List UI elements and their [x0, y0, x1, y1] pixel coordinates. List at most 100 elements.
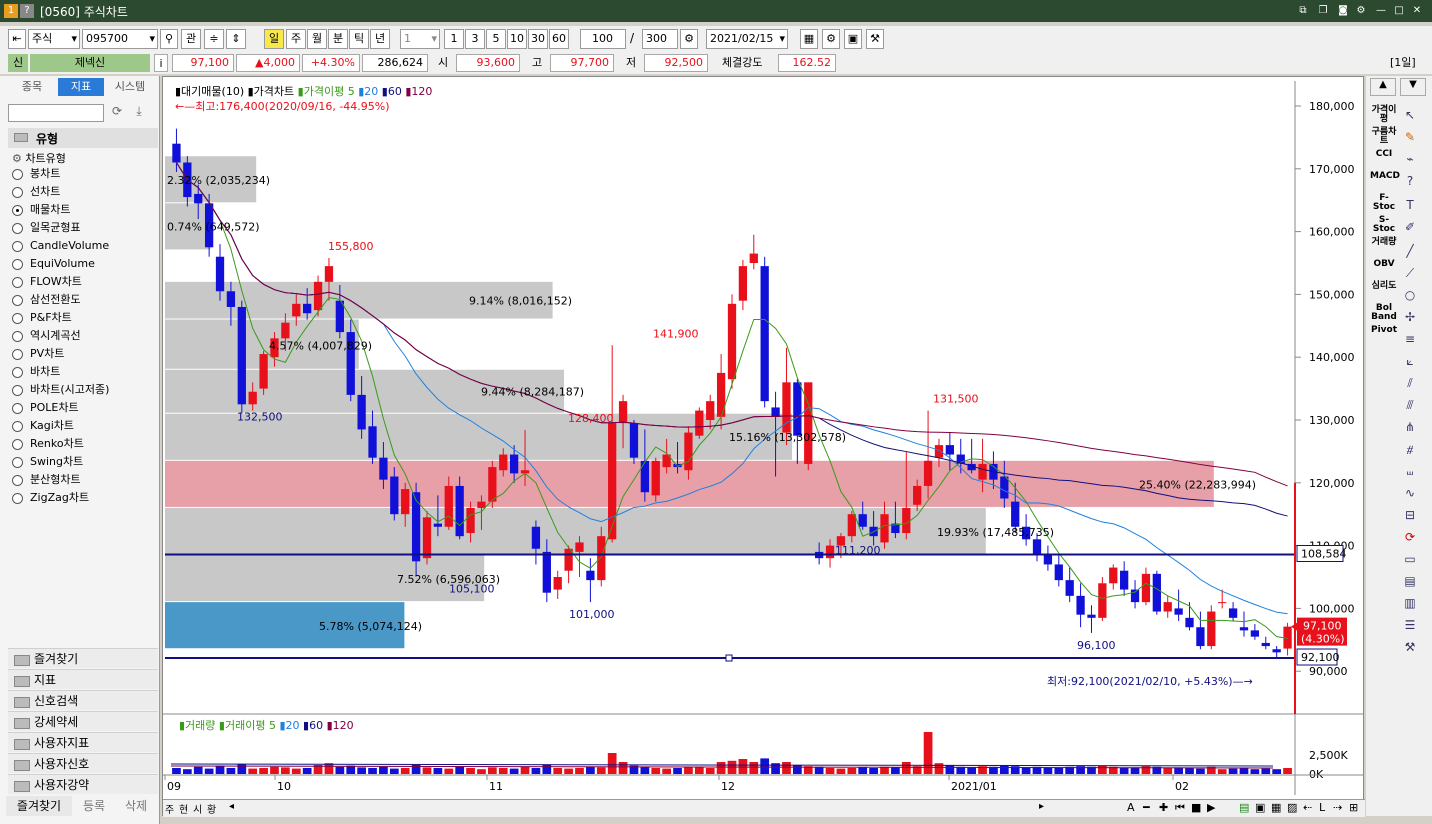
shortcut-10[interactable]: Pivot — [1370, 326, 1398, 335]
chart-type-11[interactable]: 바차트 — [12, 364, 60, 380]
first-icon[interactable]: ⇤ — [8, 29, 26, 49]
chart-type-14[interactable]: Kagi차트 — [12, 418, 74, 434]
radio-icon[interactable] — [12, 493, 23, 504]
indicator-search-input[interactable] — [8, 104, 104, 122]
config-icon[interactable]: ⚙ — [822, 29, 840, 49]
chart-type-5[interactable]: EquiVolume — [12, 256, 95, 272]
wave-icon[interactable]: ∿ — [1400, 486, 1420, 504]
chart-type-13[interactable]: POLE차트 — [12, 400, 79, 416]
quick-5[interactable]: 5 — [486, 29, 506, 49]
camera-icon[interactable]: ◙ — [1336, 4, 1350, 18]
scroll-up-icon[interactable]: ▲ — [1370, 78, 1396, 96]
gann-icon[interactable]: ⟀ — [1400, 354, 1420, 372]
chart-type-3[interactable]: 일목균형표 — [12, 220, 81, 236]
chart-type-node[interactable]: ⚙ 차트유형 — [12, 150, 66, 166]
line-icon[interactable]: ⟋ — [1400, 266, 1420, 284]
total-input[interactable]: 300 — [642, 29, 678, 49]
quick-60[interactable]: 60 — [549, 29, 569, 49]
circle-icon[interactable]: ○ — [1400, 288, 1420, 306]
wrench-icon[interactable]: ⚒ — [1400, 640, 1420, 658]
chart-type-7[interactable]: 삼선전환도 — [12, 292, 81, 308]
radio-icon[interactable] — [12, 295, 23, 306]
excel-icon[interactable]: ▤ — [1239, 801, 1249, 814]
quick-10[interactable]: 10 — [507, 29, 527, 49]
chart-type-9[interactable]: 역시계곡선 — [12, 328, 81, 344]
settings-icon[interactable]: ⚙ — [680, 29, 698, 49]
pitchfork-icon[interactable]: ⋔ — [1400, 420, 1420, 438]
chart-type-10[interactable]: PV차트 — [12, 346, 64, 362]
refresh-icon[interactable]: ⟳ — [108, 104, 126, 122]
shortcut-6[interactable]: 거래량 — [1370, 238, 1398, 247]
grid-icon[interactable]: ▦ — [1271, 801, 1281, 814]
fan-icon[interactable]: ⫽ — [1400, 376, 1420, 394]
info-icon[interactable]: i — [154, 54, 168, 72]
brush-icon[interactable]: ✐ — [1400, 220, 1420, 238]
radio-icon[interactable] — [12, 169, 23, 180]
price-chart[interactable]: 180,000 170,000 160,000 150,000 140,000 130,0… — [163, 77, 1365, 817]
shortcut-9[interactable]: Bol Band — [1370, 304, 1398, 322]
chart-icon[interactable]: ▦ — [800, 29, 818, 49]
delete-button[interactable]: 삭제 — [116, 796, 156, 816]
question-icon[interactable]: ? — [1400, 174, 1420, 192]
period-month[interactable]: 월 — [307, 29, 327, 49]
unit-select[interactable]: 1 ▾ — [400, 29, 440, 49]
chart-type-6[interactable]: FLOW차트 — [12, 274, 82, 290]
radio-icon[interactable] — [12, 439, 23, 450]
quick-30[interactable]: 30 — [528, 29, 548, 49]
chart-area[interactable]: 180,000 170,000 160,000 150,000 140,000 130,0… — [162, 76, 1365, 817]
first-page-icon[interactable]: ⏮ — [1175, 801, 1185, 815]
node-icon[interactable]: ✢ — [1400, 310, 1420, 328]
radio-icon[interactable] — [12, 205, 23, 216]
search-icon[interactable]: ⚲ — [160, 29, 178, 49]
shortcut-7[interactable]: OBV — [1370, 260, 1398, 269]
chart-type-4[interactable]: CandleVolume — [12, 238, 109, 254]
folder-3[interactable]: 강세약세 — [8, 711, 158, 731]
shortcut-0[interactable]: 가격이평 — [1370, 106, 1398, 124]
btn-si[interactable]: 시 — [193, 801, 202, 816]
arrow-right-icon[interactable]: ⇢ — [1333, 801, 1342, 814]
radio-icon[interactable] — [12, 223, 23, 234]
plus-icon[interactable]: ✚ — [1159, 801, 1168, 814]
arrow-left-icon[interactable]: ⇠ — [1303, 801, 1312, 814]
auto-icon[interactable]: ⟳ — [1400, 530, 1420, 548]
gear-icon[interactable]: ⚙ — [1354, 4, 1368, 18]
eraser-icon[interactable]: ✎ — [1400, 130, 1420, 148]
tools-icon[interactable]: ⚒ — [866, 29, 884, 49]
shortcut-3[interactable]: MACD — [1370, 172, 1400, 181]
radio-icon[interactable] — [12, 403, 23, 414]
chart-type-17[interactable]: 분산형차트 — [12, 472, 81, 488]
chart-type-18[interactable]: ZigZag차트 — [12, 490, 89, 506]
tab-indicator[interactable]: 지표 — [58, 78, 104, 96]
radio-icon[interactable] — [12, 475, 23, 486]
help-icon[interactable]: ? — [20, 4, 34, 18]
save-icon[interactable]: ▣ — [844, 29, 862, 49]
btn-hwang[interactable]: 황 — [207, 801, 216, 816]
close-icon[interactable]: ✕ — [1410, 4, 1424, 18]
copy-icon[interactable]: ❐ — [1316, 4, 1330, 18]
radio-icon[interactable] — [12, 421, 23, 432]
scroll-right-icon[interactable]: ▸ — [1039, 801, 1044, 812]
radio-icon[interactable] — [12, 331, 23, 342]
folder-0[interactable]: 즐겨찾기 — [8, 648, 158, 668]
channel-icon[interactable]: ⫻ — [1400, 398, 1420, 416]
type-section[interactable]: 유형 — [8, 128, 158, 148]
radio-icon[interactable] — [12, 385, 23, 396]
period-tick[interactable]: 틱 — [349, 29, 369, 49]
folder-2[interactable]: 신호검색 — [8, 690, 158, 710]
quick-1[interactable]: 1 — [444, 29, 464, 49]
chart-type-2[interactable]: 매물차트 — [12, 202, 70, 218]
bar-icon[interactable]: ▥ — [1400, 596, 1420, 614]
folder-1[interactable]: 지표 — [8, 669, 158, 689]
btn-ju[interactable]: 주 — [165, 801, 174, 816]
code-input[interactable]: 095700 ▾ — [82, 29, 158, 49]
shortcut-1[interactable]: 구름차트 — [1370, 128, 1398, 146]
all-icon[interactable]: ⌁ — [1400, 152, 1420, 170]
link-icon[interactable]: ⧉ — [1296, 4, 1310, 18]
maximize-icon[interactable]: □ — [1392, 4, 1406, 18]
folder-5[interactable]: 사용자신호 — [8, 753, 158, 773]
text-icon[interactable]: T — [1400, 198, 1420, 216]
chart-type-8[interactable]: P&F차트 — [12, 310, 72, 326]
radio-icon[interactable] — [12, 457, 23, 468]
chart-type-15[interactable]: Renko차트 — [12, 436, 84, 452]
date-select[interactable]: 2021/02/15 ▾ — [706, 29, 788, 49]
